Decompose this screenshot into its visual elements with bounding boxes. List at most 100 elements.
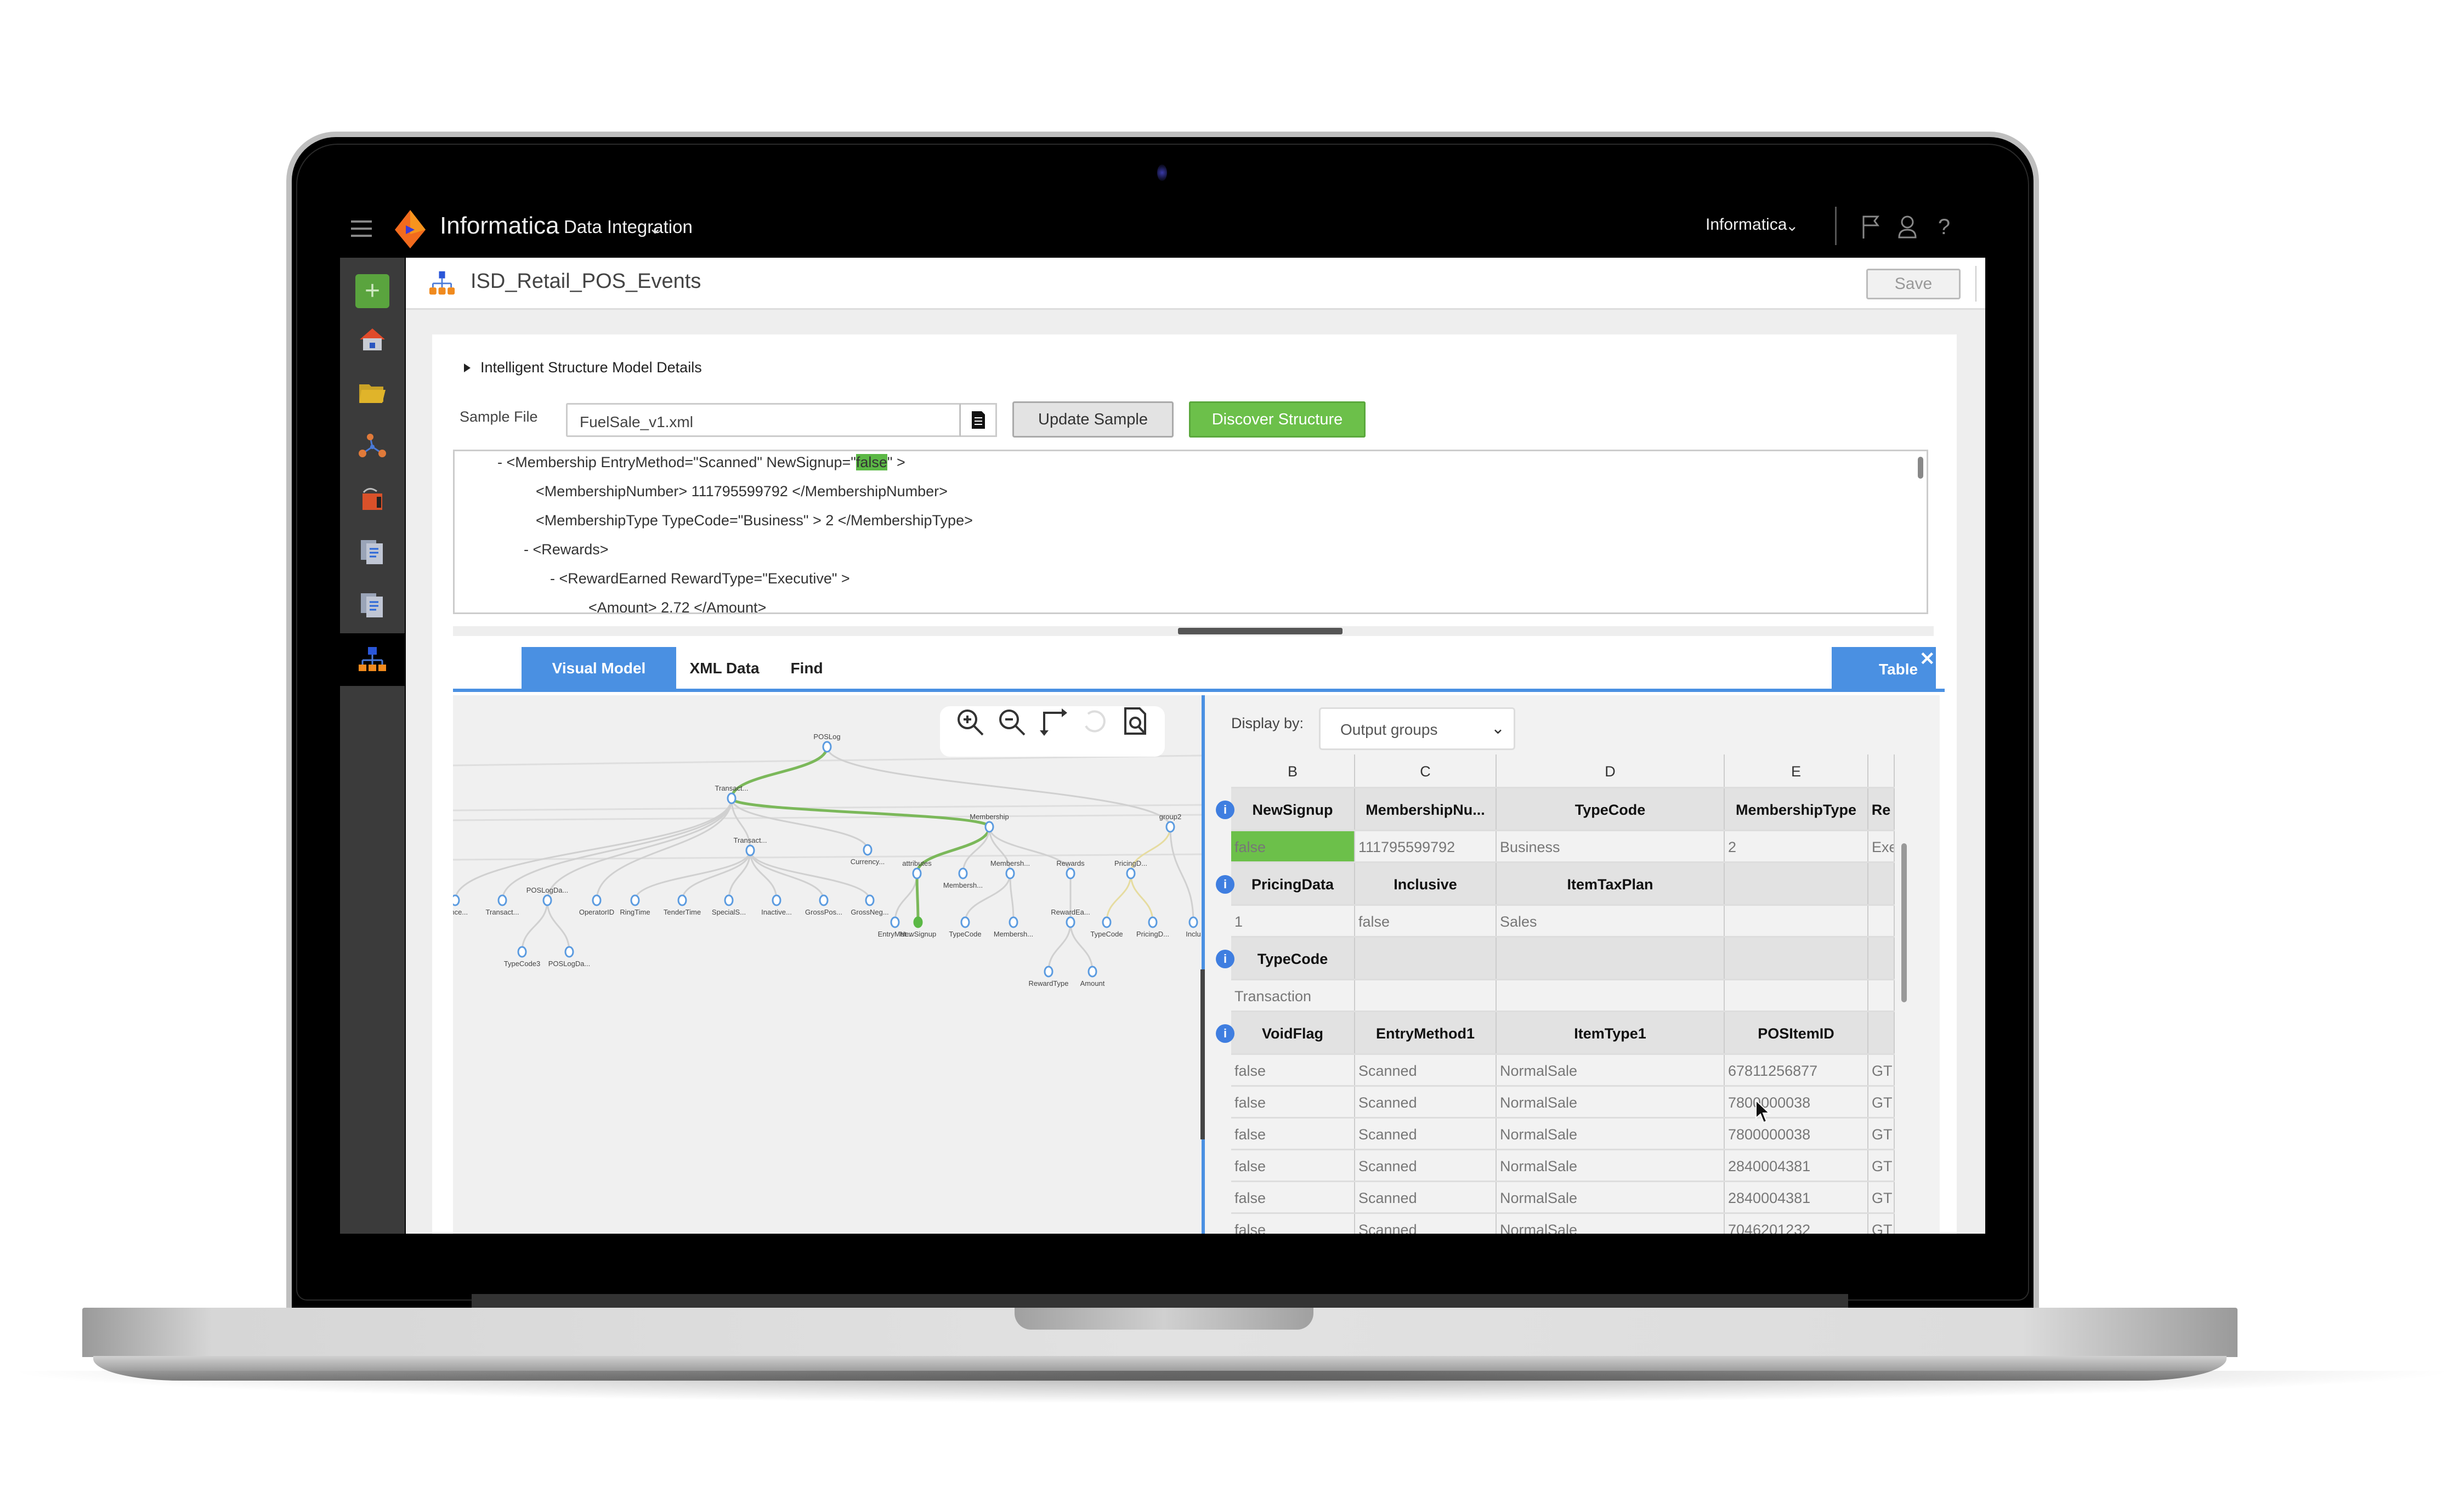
table-cell[interactable]: GT <box>1868 1055 1895 1085</box>
tree-node[interactable]: PricingD... <box>1136 916 1169 938</box>
tree-node-circle[interactable] <box>1009 916 1018 928</box>
info-icon[interactable]: i <box>1216 801 1234 819</box>
tree-node[interactable]: GrossNeg... <box>851 894 889 916</box>
tree-node-circle[interactable] <box>1148 916 1158 928</box>
column-header[interactable]: EntryMethod1 <box>1355 1012 1497 1053</box>
tree-node[interactable]: SpecialS... <box>712 894 746 916</box>
xml-sample-viewer[interactable]: - <Membership EntryMethod="Scanned" NewS… <box>453 450 1928 614</box>
tree-node[interactable]: TypeCode3 <box>504 946 541 968</box>
update-sample-button[interactable]: Update Sample <box>1012 401 1174 438</box>
table-cell[interactable]: 7046201232 <box>1725 1214 1868 1234</box>
tree-node[interactable]: attributes <box>902 859 932 879</box>
column-header[interactable]: NewSignup <box>1231 788 1355 830</box>
browse-file-button[interactable] <box>960 403 997 437</box>
tree-node[interactable]: group2 <box>1159 813 1181 833</box>
model-details-toggle[interactable]: Intelligent Structure Model Details <box>464 359 702 376</box>
tree-node-circle[interactable] <box>745 844 755 856</box>
layout-orientation-icon[interactable] <box>1038 706 1069 738</box>
tree-node-circle[interactable] <box>863 844 873 856</box>
tree-node-circle[interactable] <box>819 894 829 906</box>
tree-node-circle[interactable] <box>984 821 994 833</box>
table-cell[interactable]: false <box>1231 1214 1355 1234</box>
column-header[interactable] <box>1725 938 1868 979</box>
tree-node[interactable]: OperatorID <box>579 894 614 916</box>
tree-node[interactable]: POSLog <box>813 733 841 753</box>
table-cell[interactable] <box>1868 980 1895 1011</box>
table-cell[interactable]: Business <box>1497 831 1725 861</box>
table-cell[interactable]: Exe <box>1868 831 1895 861</box>
table-cell[interactable]: 7800000038 <box>1725 1119 1868 1149</box>
tree-node-circle[interactable] <box>592 894 602 906</box>
table-cell[interactable]: Transaction <box>1231 980 1355 1011</box>
nav-new-button[interactable]: + <box>355 274 389 308</box>
table-cell[interactable]: 7800000038 <box>1725 1087 1868 1117</box>
tree-node-circle[interactable] <box>1165 821 1175 833</box>
table-cell[interactable] <box>1355 980 1497 1011</box>
tree-node[interactable]: POSLogDa... <box>526 886 569 906</box>
nav-home[interactable] <box>355 322 389 356</box>
table-cell[interactable]: GT <box>1868 1087 1895 1117</box>
nav-monitor[interactable] <box>355 535 389 569</box>
table-cell[interactable]: NormalSale <box>1497 1087 1725 1117</box>
xml-scrollbar[interactable] <box>1918 457 1923 479</box>
column-header[interactable]: Inclusive <box>1355 863 1497 904</box>
tree-node[interactable]: TenderTime <box>664 894 701 916</box>
nav-bundles[interactable] <box>355 481 389 515</box>
tree-node-circle[interactable] <box>1102 916 1112 928</box>
info-icon[interactable]: i <box>1216 875 1234 894</box>
tree-node[interactable]: TypeCode <box>1090 916 1123 938</box>
display-by-select[interactable]: Output groups ⌄ <box>1319 707 1515 750</box>
table-cell[interactable]: GT <box>1868 1150 1895 1181</box>
tree-node[interactable]: NewSignup <box>900 916 937 938</box>
column-header[interactable]: TypeCode <box>1497 788 1725 830</box>
column-header[interactable]: Re <box>1868 788 1895 830</box>
table-cell[interactable]: 2840004381 <box>1725 1150 1868 1181</box>
table-cell[interactable]: 1 <box>1231 906 1355 936</box>
tree-node-circle[interactable] <box>1188 916 1198 928</box>
tree-node[interactable]: Membersh... <box>943 867 983 889</box>
tree-node[interactable]: Inclu <box>1186 916 1201 938</box>
column-header[interactable]: TypeCode <box>1231 938 1355 979</box>
column-header[interactable]: VoidFlag <box>1231 1012 1355 1053</box>
tree-node-circle[interactable] <box>913 916 923 928</box>
tree-node-circle[interactable] <box>1066 867 1075 879</box>
nav-structure-model[interactable] <box>340 633 405 686</box>
tree-node[interactable]: RingTime <box>620 894 650 916</box>
table-cell[interactable]: Scanned <box>1355 1182 1497 1212</box>
chevron-down-icon[interactable]: ⌄ <box>648 219 662 238</box>
tree-node[interactable]: RewardEa... <box>1051 908 1090 928</box>
tree-node[interactable]: Membersh... <box>990 859 1030 879</box>
column-header[interactable]: ItemTaxPlan <box>1497 863 1725 904</box>
column-header[interactable] <box>1868 938 1895 979</box>
reset-icon[interactable] <box>1079 706 1111 738</box>
visual-model-canvas[interactable]: POSLog Transact... Transact... Currency... M… <box>453 695 1202 1234</box>
tree-node[interactable]: Amount <box>1080 966 1105 987</box>
table-cell[interactable]: Scanned <box>1355 1119 1497 1149</box>
table-cell[interactable]: GT <box>1868 1119 1895 1149</box>
column-header[interactable]: PricingData <box>1231 863 1355 904</box>
vertical-split-handle[interactable] <box>1178 628 1343 634</box>
tree-node[interactable]: uence... <box>453 894 468 916</box>
sample-file-input[interactable]: FuelSale_v1.xml <box>566 403 961 437</box>
column-header[interactable] <box>1868 863 1895 904</box>
table-cell[interactable]: GT <box>1868 1214 1895 1234</box>
tree-node[interactable]: Transact... <box>486 894 519 916</box>
table-cell[interactable]: NormalSale <box>1497 1214 1725 1234</box>
tree-node-circle[interactable] <box>865 894 875 906</box>
tree-node-circle[interactable] <box>958 867 968 879</box>
table-cell[interactable]: false <box>1355 906 1497 936</box>
tree-node-circle[interactable] <box>890 916 900 928</box>
tree-node[interactable]: Rewards <box>1056 859 1085 879</box>
table-cell[interactable]: NormalSale <box>1497 1182 1725 1212</box>
column-header[interactable]: ItemType1 <box>1497 1012 1725 1053</box>
org-switcher[interactable]: Informatica <box>1706 215 1787 234</box>
help-icon[interactable]: ? <box>1931 213 1957 241</box>
column-header[interactable] <box>1355 938 1497 979</box>
column-header[interactable]: POSItemID <box>1725 1012 1868 1053</box>
tree-node-circle[interactable] <box>677 894 687 906</box>
tree-node-circle[interactable] <box>822 741 832 753</box>
table-cell[interactable]: Scanned <box>1355 1150 1497 1181</box>
table-cell[interactable]: NormalSale <box>1497 1055 1725 1085</box>
discover-structure-button[interactable]: Discover Structure <box>1189 401 1366 438</box>
tree-node[interactable]: Transact... <box>715 784 749 804</box>
